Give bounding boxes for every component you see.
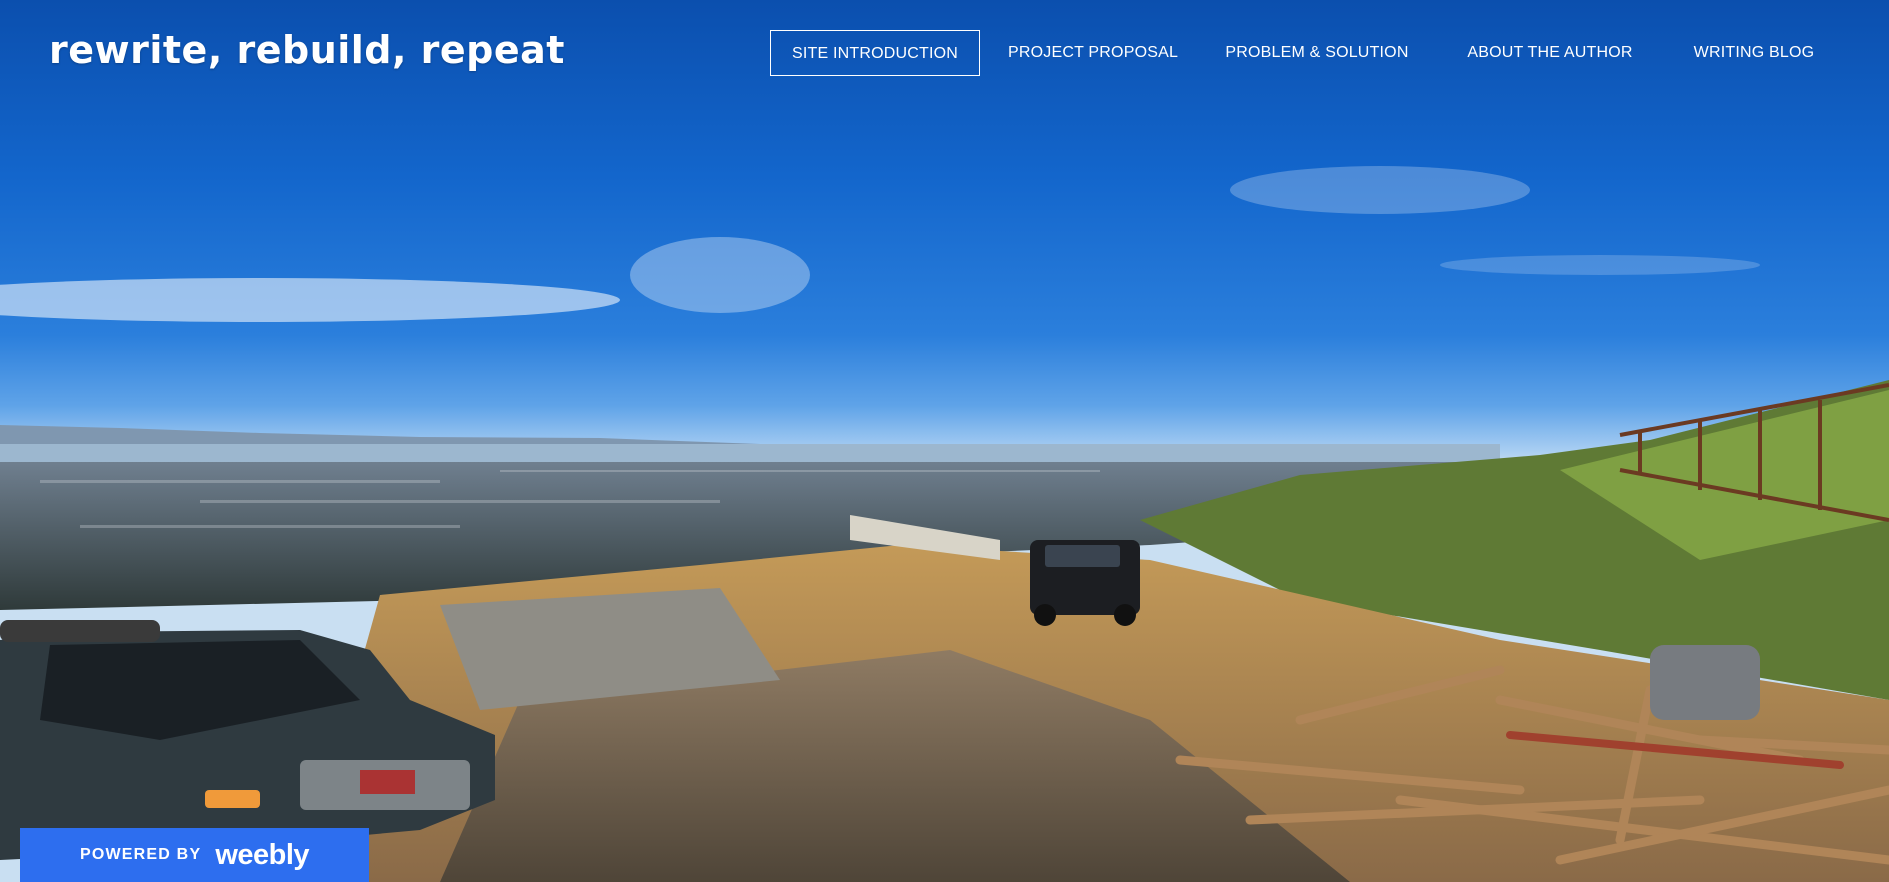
black-pickup-truck <box>1030 540 1140 626</box>
old-car-seat <box>1650 645 1760 720</box>
nav-item-problem-solution[interactable]: PROBLEM & SOLUTION <box>1222 30 1412 76</box>
cloud-streaks <box>0 166 1760 322</box>
nav-item-writing-blog[interactable]: WRITING BLOG <box>1679 30 1829 76</box>
site-title[interactable]: rewrite, rebuild, repeat <box>49 28 565 72</box>
nav-item-site-introduction[interactable]: SITE INTRODUCTION <box>770 30 980 76</box>
weebly-logo-text: weebly <box>215 838 310 871</box>
badge-prefix-text: POWERED BY <box>79 846 202 863</box>
nav-item-about-the-author[interactable]: ABOUT THE AUTHOR <box>1465 30 1635 76</box>
powered-by-weebly-badge[interactable]: POWERED BY weebly <box>20 828 369 882</box>
hero-background-image <box>0 0 1889 882</box>
nav-item-project-proposal[interactable]: PROJECT PROPOSAL <box>1008 30 1178 76</box>
